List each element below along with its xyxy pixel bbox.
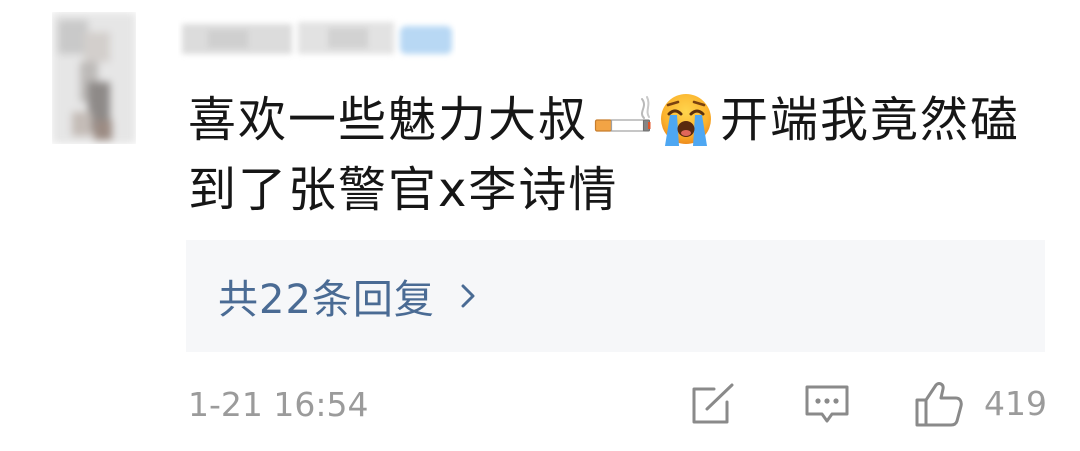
edit-button[interactable] bbox=[690, 382, 736, 426]
comment-button[interactable] bbox=[804, 384, 850, 426]
like-icon bbox=[915, 382, 963, 427]
comment-text: 喜欢一些魅力大叔 bbox=[188, 92, 589, 148]
like-count: 419 bbox=[984, 384, 1047, 423]
avatar[interactable] bbox=[52, 12, 136, 144]
edit-icon bbox=[692, 383, 734, 424]
like-button[interactable]: 419 bbox=[914, 380, 1047, 428]
comment-text-line-2: 到了张警官x李诗情 bbox=[188, 162, 618, 218]
chevron-right-icon bbox=[461, 284, 475, 308]
comment-text: 到了张警官x李诗情 bbox=[188, 162, 619, 218]
username-blur bbox=[178, 14, 456, 66]
replies-count-label: 共22条回复 bbox=[218, 277, 435, 323]
comment-text: 开端我竟然磕 bbox=[720, 92, 1021, 148]
comment-icon bbox=[805, 385, 849, 423]
timestamp: 1-21 16:54 bbox=[188, 385, 369, 424]
avatar-image-redacted bbox=[52, 12, 136, 144]
view-replies-button[interactable]: 共22条回复 bbox=[186, 240, 1045, 352]
username-redacted[interactable] bbox=[178, 14, 456, 66]
cigarette-icon bbox=[594, 96, 651, 132]
loudly-crying-face-icon bbox=[661, 94, 712, 146]
comment-text-line-1: 喜欢一些魅力大叔 开端我竟然磕 bbox=[188, 92, 1020, 148]
